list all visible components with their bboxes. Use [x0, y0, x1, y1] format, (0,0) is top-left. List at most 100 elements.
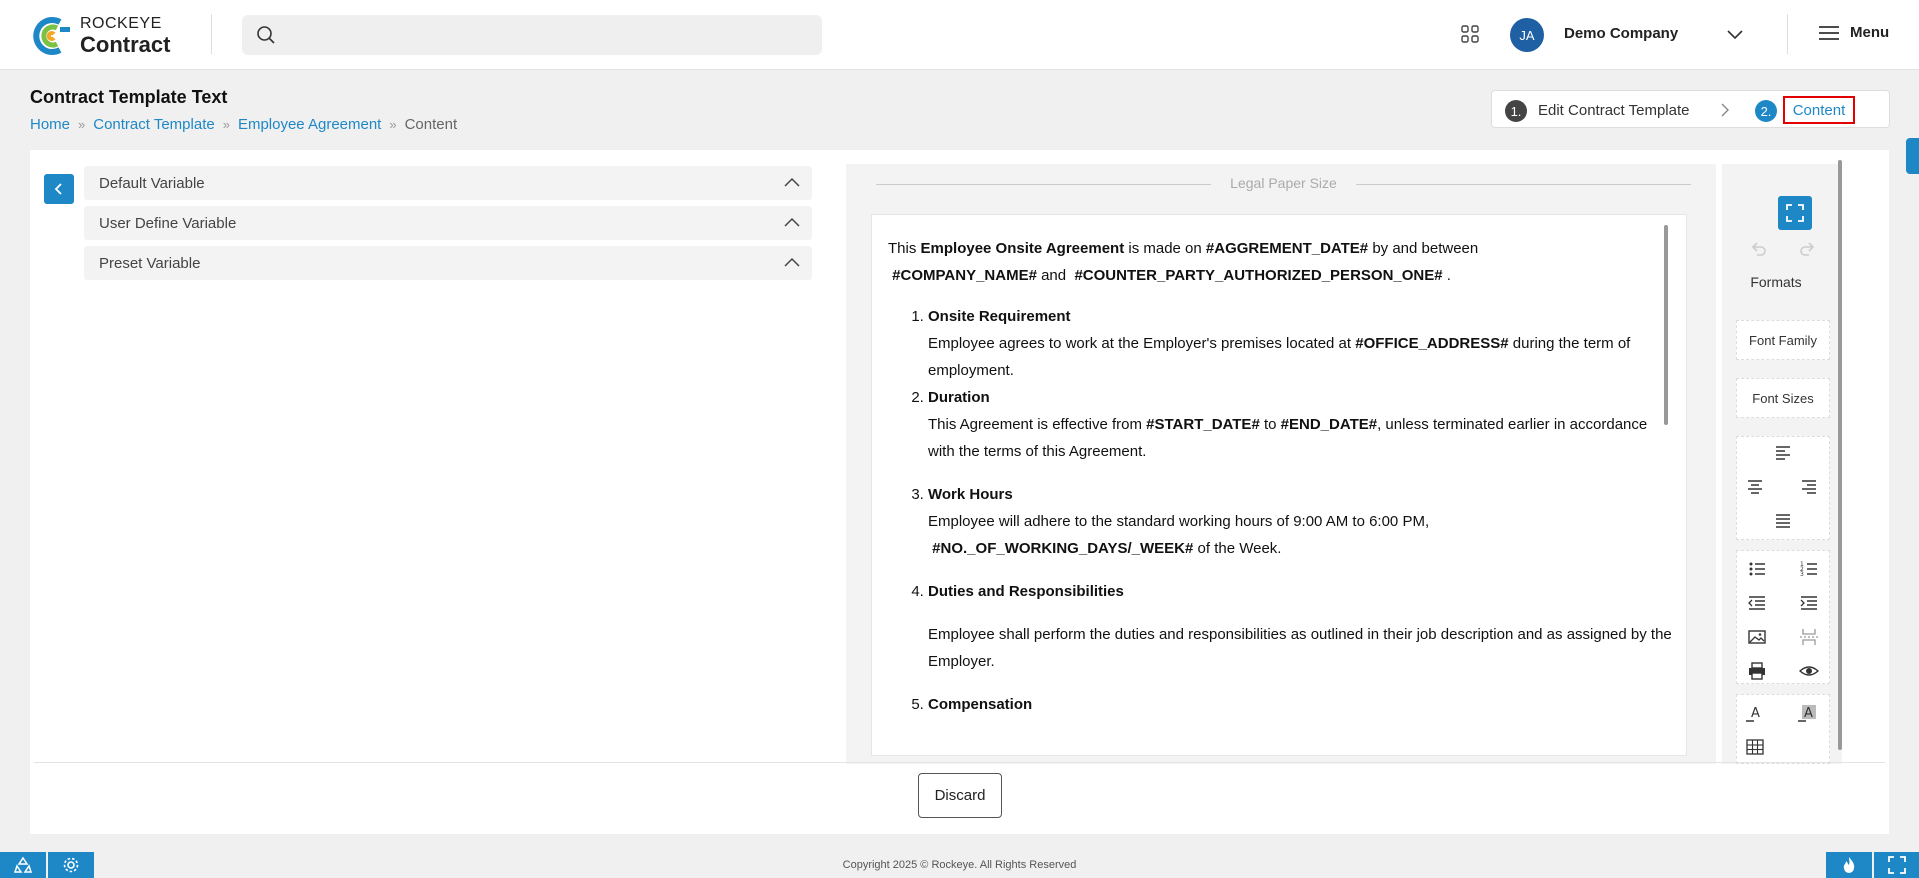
text: Employee shall perform the duties and re…: [928, 626, 1672, 670]
discard-button[interactable]: Discard: [918, 773, 1002, 818]
step-content[interactable]: Content: [1783, 96, 1855, 124]
clause-heading: Compensation: [928, 696, 1033, 713]
font-family-label: Font Family: [1749, 332, 1817, 348]
formats-menu[interactable]: Formats: [1722, 274, 1830, 290]
text: Employee will adhere to the standard wor…: [928, 513, 1430, 530]
top-header: ROCKEYE Contract JA Demo Company Menu: [0, 0, 1919, 70]
font-sizes-select[interactable]: Font Sizes: [1736, 378, 1830, 418]
toolbar-scrollbar[interactable]: [1838, 160, 1842, 750]
svg-text:A: A: [1751, 706, 1760, 721]
breadcrumb-separator-icon: »: [78, 117, 86, 132]
header-divider: [1787, 14, 1788, 54]
expand-button[interactable]: [1874, 852, 1919, 878]
hot-actions-button[interactable]: [1826, 852, 1872, 878]
text: of the Week.: [1193, 540, 1282, 557]
outdent-icon[interactable]: [1747, 593, 1767, 613]
bullet-list-icon[interactable]: [1747, 559, 1767, 579]
search-icon: [257, 26, 275, 44]
breadcrumb-home[interactable]: Home: [30, 116, 70, 133]
menu-button[interactable]: Menu: [1818, 24, 1889, 41]
user-avatar[interactable]: JA: [1510, 18, 1544, 52]
alignment-group: [1736, 436, 1830, 540]
agreement-name: Employee Onsite Agreement: [920, 240, 1125, 257]
table-icon[interactable]: [1745, 737, 1765, 757]
chevron-up-icon: [784, 257, 800, 267]
flame-icon: [1843, 857, 1855, 873]
divider: [876, 184, 1211, 185]
font-family-select[interactable]: Font Family: [1736, 320, 1830, 360]
list-item: Compensation: [928, 691, 1674, 718]
apps-grid-icon[interactable]: [1460, 24, 1480, 44]
text-color-icon[interactable]: A: [1745, 703, 1765, 723]
clause-heading: Duties and Responsibilities: [928, 583, 1124, 600]
align-right-icon[interactable]: [1799, 477, 1819, 497]
svg-text:3: 3: [1800, 571, 1804, 578]
text: Employee agrees to work at the Employer'…: [928, 335, 1356, 352]
text: by and between: [1368, 240, 1479, 257]
indent-icon[interactable]: [1799, 593, 1819, 613]
intro-paragraph: This Employee Onsite Agreement is made o…: [888, 235, 1674, 289]
align-center-icon[interactable]: [1745, 477, 1765, 497]
divider: [34, 762, 1885, 763]
search-input[interactable]: [242, 15, 822, 55]
accordion-default-variable[interactable]: Default Variable: [84, 166, 812, 200]
brand-name-top: ROCKEYE: [80, 15, 162, 32]
undo-icon[interactable]: [1748, 240, 1768, 260]
step-edit-contract-template[interactable]: Edit Contract Template: [1538, 102, 1689, 119]
accordion-preset-variable[interactable]: Preset Variable: [84, 246, 812, 280]
text: and: [1036, 267, 1071, 284]
text: .: [1442, 267, 1451, 284]
brand-logo[interactable]: ROCKEYE Contract: [30, 16, 170, 56]
print-icon[interactable]: [1747, 661, 1767, 681]
align-left-icon[interactable]: [1773, 443, 1793, 463]
copyright-text: Copyright 2025 © Rockeye. All Rights Res…: [842, 859, 1077, 871]
accordion-user-define-variable[interactable]: User Define Variable: [84, 206, 812, 240]
step-2-number: 2.: [1755, 100, 1777, 122]
text-color-group: A A: [1736, 694, 1830, 764]
paper-size-label: Legal Paper Size: [1230, 175, 1337, 191]
page-break-icon[interactable]: [1799, 627, 1819, 647]
list-item: Duties and Responsibilities Employee sha…: [928, 578, 1674, 675]
font-sizes-label: Font Sizes: [1752, 390, 1814, 406]
breadcrumb-current: Content: [404, 116, 458, 133]
document-scrollbar[interactable]: [1664, 225, 1668, 425]
menu-label: Menu: [1850, 24, 1890, 41]
accordion-label: User Define Variable: [99, 215, 237, 232]
fullscreen-button[interactable]: [1778, 196, 1812, 230]
editor-area: Legal Paper Size This Employee Onsite Ag…: [846, 164, 1716, 764]
variable-token: #NO._OF_WORKING_DAYS/_WEEK#: [932, 540, 1194, 557]
breadcrumb: Home » Contract Template » Employee Agre…: [30, 116, 457, 133]
hamburger-icon: [1819, 25, 1839, 40]
company-selector[interactable]: Demo Company: [1564, 25, 1678, 42]
preview-icon[interactable]: [1799, 661, 1819, 681]
rockeye-logo-icon: [33, 17, 70, 55]
variable-token: #END_DATE#: [1280, 416, 1378, 433]
step-navigator: 1. Edit Contract Template 2. Content: [1491, 90, 1890, 128]
numbered-list-icon[interactable]: 123: [1799, 559, 1819, 579]
list-item: Onsite Requirement Employee agrees to wo…: [928, 303, 1674, 384]
breadcrumb-contract-template[interactable]: Contract Template: [93, 116, 214, 133]
collapse-panel-button[interactable]: [44, 174, 74, 204]
editor-toolbar: Formats Font Family Font Sizes 1 2 3 A A: [1722, 164, 1842, 764]
chevron-left-icon: [54, 183, 62, 195]
chevron-right-icon: [1721, 103, 1729, 117]
brand-name-bottom: Contract: [80, 32, 171, 57]
list-item: Work Hours Employee will adhere to the s…: [928, 481, 1674, 562]
highlight-color-icon[interactable]: A: [1797, 703, 1817, 723]
divider: [1356, 184, 1691, 185]
breadcrumb-employee-agreement[interactable]: Employee Agreement: [238, 116, 381, 133]
svg-text:A: A: [1804, 706, 1813, 721]
expand-icon: [1887, 856, 1906, 874]
text: This Agreement is effective from: [928, 416, 1147, 433]
accordion-label: Default Variable: [99, 175, 205, 192]
list-media-group: 123: [1736, 550, 1830, 684]
variable-token: #COUNTER_PARTY_AUTHORIZED_PERSON_ONE#: [1074, 267, 1443, 284]
align-justify-icon[interactable]: [1773, 511, 1793, 531]
chevron-down-icon[interactable]: [1726, 26, 1744, 44]
image-icon[interactable]: [1747, 627, 1767, 647]
chevron-up-icon: [784, 217, 800, 227]
document-editor[interactable]: This Employee Onsite Agreement is made o…: [871, 214, 1687, 756]
step-1-number: 1.: [1505, 100, 1527, 122]
redo-icon[interactable]: [1798, 240, 1818, 260]
side-drawer-tab[interactable]: [1906, 138, 1919, 174]
